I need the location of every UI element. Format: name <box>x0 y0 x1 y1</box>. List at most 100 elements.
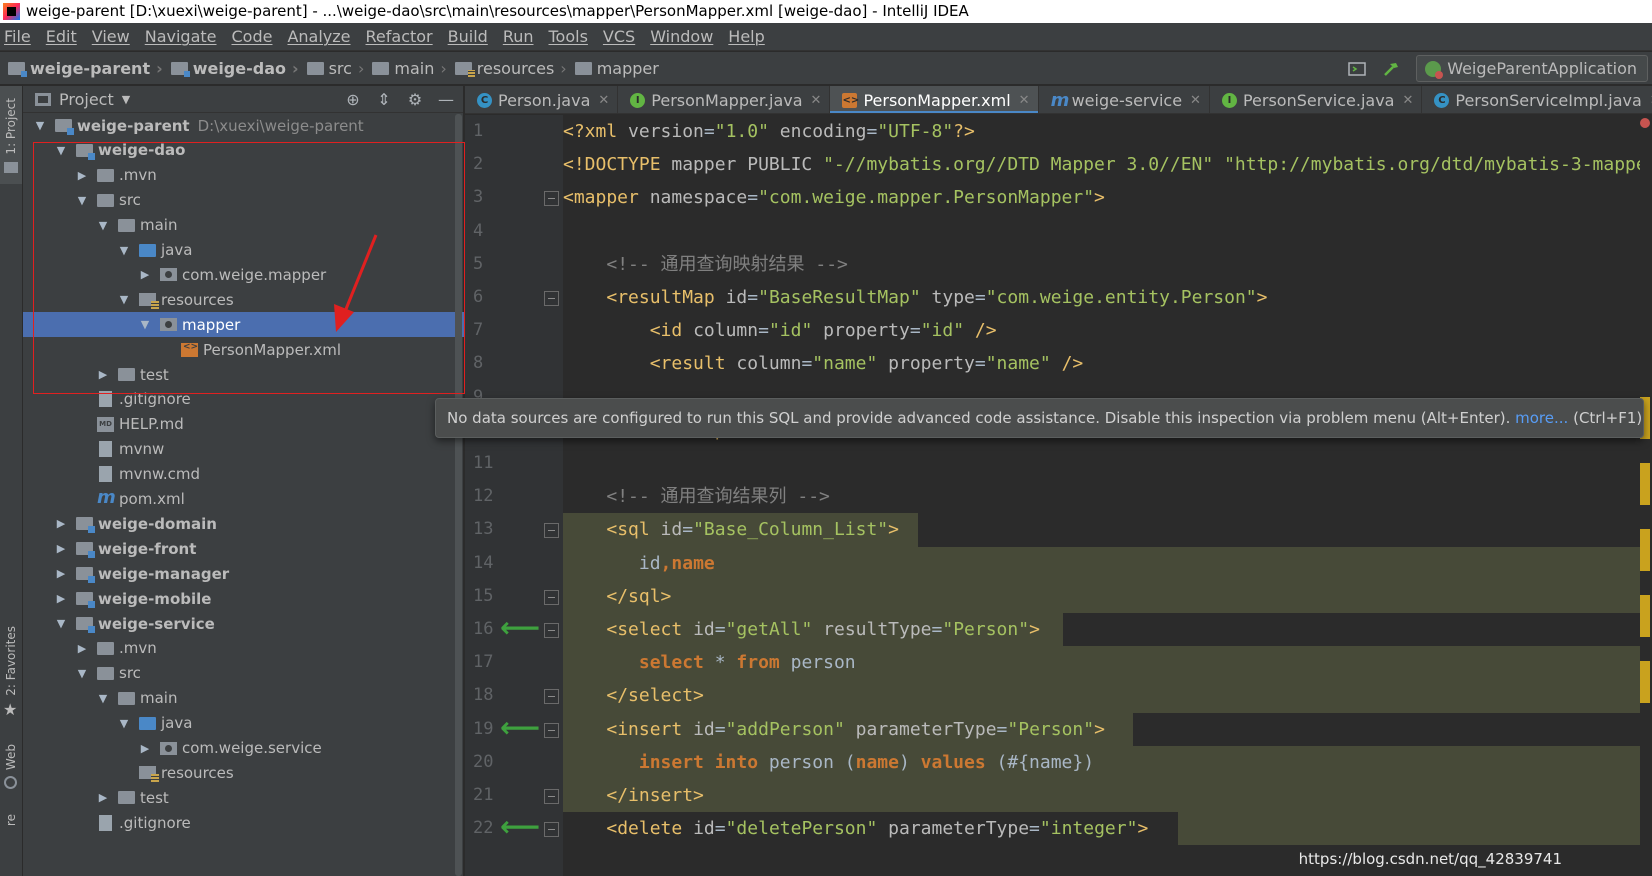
editor-tab[interactable]: I PersonService.java ✕ <box>1210 86 1423 113</box>
project-scrollbar[interactable] <box>455 114 462 876</box>
menu-window[interactable]: Window <box>650 27 713 46</box>
breadcrumb-resources[interactable]: resources › <box>454 59 575 78</box>
warning-marker[interactable] <box>1640 463 1650 505</box>
tree-item[interactable]: ▼ main <box>23 213 464 238</box>
error-indicator-icon[interactable] <box>1640 118 1650 128</box>
menu-analyze[interactable]: Analyze <box>287 27 350 46</box>
tooltip-more-link[interactable]: more... <box>1515 409 1568 427</box>
editor-tab[interactable]: I PersonMapper.java ✕ <box>618 86 831 113</box>
menu-view[interactable]: View <box>92 27 130 46</box>
menu-tools[interactable]: Tools <box>549 27 588 46</box>
locate-file-icon[interactable]: ⊕ <box>344 90 362 109</box>
tool-tab-favorites[interactable]: 2: Favorites ★ <box>0 626 22 721</box>
tool-tab-web[interactable]: Web <box>0 736 22 796</box>
breadcrumb-weige-parent[interactable]: weige-parent › <box>8 59 171 78</box>
tree-item[interactable]: ▶ weige-domain <box>23 511 464 536</box>
run-configuration-select[interactable]: WeigeParentApplication <box>1416 55 1648 82</box>
expand-down-icon[interactable]: ▼ <box>33 119 47 132</box>
tree-item[interactable]: ▼ src <box>23 661 464 686</box>
navigate-to-method-icon[interactable]: ⟵ <box>500 813 540 841</box>
tree-item[interactable]: ▼ weige-dao <box>23 138 464 163</box>
breadcrumb-weige-dao[interactable]: weige-dao › <box>170 59 307 78</box>
tree-item[interactable]: ▶PersonMapper.xml <box>23 337 464 362</box>
tree-item[interactable]: ▶ .mvn <box>23 636 464 661</box>
menu-build[interactable]: Build <box>448 27 488 46</box>
expand-down-icon[interactable]: ▼ <box>117 244 131 257</box>
expand-down-icon[interactable]: ▼ <box>54 617 68 630</box>
tree-item[interactable]: ▼ java <box>23 238 464 263</box>
tree-item[interactable]: ▶ com.weige.service <box>23 736 464 761</box>
editor-tab[interactable]: C Person.java ✕ <box>465 86 619 113</box>
build-hammer-icon[interactable] <box>1382 61 1400 77</box>
fold-marker-icon[interactable] <box>544 523 559 539</box>
code-editor[interactable]: 12345678910111213141516⟵171819⟵202122⟵ <… <box>465 115 1652 876</box>
fold-marker-icon[interactable] <box>544 789 559 804</box>
tree-item[interactable]: ▶.gitignore <box>23 810 464 835</box>
menu-navigate[interactable]: Navigate <box>145 27 217 46</box>
tree-item[interactable]: ▼ weige-service <box>23 611 464 636</box>
breadcrumb-src[interactable]: src › <box>306 59 373 78</box>
tree-item[interactable]: ▼ main <box>23 686 464 711</box>
tree-item[interactable]: ▶.gitignore <box>23 387 464 412</box>
navigate-to-method-icon[interactable]: ⟵ <box>500 713 540 742</box>
navigate-to-method-icon[interactable]: ⟵ <box>500 614 540 642</box>
fold-marker-icon[interactable] <box>544 722 559 738</box>
fold-marker-icon[interactable] <box>544 191 559 207</box>
expand-right-icon[interactable]: ▶ <box>75 169 89 182</box>
chevron-down-icon[interactable]: ▼ <box>122 93 130 106</box>
breadcrumb-mapper[interactable]: mapper <box>574 59 659 78</box>
tree-item[interactable]: ▶ weige-mobile <box>23 586 464 611</box>
close-icon[interactable]: ✕ <box>1019 93 1030 108</box>
expand-down-icon[interactable]: ▼ <box>117 717 131 730</box>
tree-item[interactable]: ▼ weige-parent D:\xuexi\weige-parent <box>23 113 464 138</box>
warning-marker[interactable] <box>1640 529 1650 571</box>
terminal-window-icon[interactable] <box>1348 61 1366 77</box>
expand-down-icon[interactable]: ▼ <box>117 293 131 306</box>
tool-tab-structure[interactable]: re <box>0 808 22 838</box>
menu-file[interactable]: File <box>4 27 31 46</box>
expand-right-icon[interactable]: ▶ <box>75 642 89 655</box>
menu-edit[interactable]: Edit <box>46 27 77 46</box>
close-icon[interactable]: ✕ <box>1190 93 1201 108</box>
error-stripe[interactable] <box>1640 115 1652 876</box>
tree-item[interactable]: ▼ mapper <box>23 312 464 338</box>
tree-item[interactable]: ▶mpom.xml <box>23 487 464 512</box>
expand-right-icon[interactable]: ▶ <box>96 368 110 381</box>
tree-item[interactable]: ▶mvnw.cmd <box>23 462 464 487</box>
project-panel-title[interactable]: Project <box>59 90 114 109</box>
tree-item[interactable]: ▶ test <box>23 785 464 810</box>
editor-tab[interactable]: m weige-service ✕ <box>1039 86 1210 113</box>
tree-item[interactable]: ▶ .mvn <box>23 163 464 188</box>
editor-tab[interactable]: CPersonServiceImpl.java✕ <box>1422 86 1652 113</box>
warning-marker[interactable] <box>1640 661 1650 703</box>
expand-right-icon[interactable]: ▶ <box>54 517 68 530</box>
expand-right-icon[interactable]: ▶ <box>54 567 68 580</box>
tree-item[interactable]: ▶ test <box>23 362 464 387</box>
expand-right-icon[interactable]: ▶ <box>138 742 152 755</box>
close-icon[interactable]: ✕ <box>598 93 609 108</box>
tree-item[interactable]: ▶ weige-front <box>23 536 464 561</box>
expand-down-icon[interactable]: ▼ <box>75 667 89 680</box>
expand-down-icon[interactable]: ▼ <box>96 219 110 232</box>
menu-refactor[interactable]: Refactor <box>366 27 433 46</box>
fold-marker-icon[interactable] <box>544 589 559 605</box>
expand-right-icon[interactable]: ▶ <box>54 592 68 605</box>
code-area[interactable]: <?xml version="1.0" encoding="UTF-8"?> <!… <box>563 115 1652 876</box>
gear-icon[interactable]: ⚙ <box>406 90 424 109</box>
tree-item[interactable]: ▶MDHELP.md <box>23 412 464 437</box>
hide-panel-icon[interactable]: — <box>437 90 455 109</box>
editor-tab[interactable]: <> PersonMapper.xml ✕ <box>830 86 1039 113</box>
tool-tab-project[interactable]: 1: Project <box>0 86 22 184</box>
tree-item[interactable]: ▶mvnw <box>23 437 464 462</box>
tree-item[interactable]: ▶ com.weige.mapper <box>23 262 464 287</box>
expand-right-icon[interactable]: ▶ <box>138 268 152 281</box>
fold-marker-icon[interactable] <box>544 822 559 838</box>
expand-right-icon[interactable]: ▶ <box>96 791 110 804</box>
tree-item[interactable]: ▼ resources <box>23 287 464 312</box>
menu-run[interactable]: Run <box>503 27 534 46</box>
tree-item[interactable]: ▼ src <box>23 188 464 213</box>
tree-item[interactable]: ▶ weige-manager <box>23 561 464 586</box>
expand-down-icon[interactable]: ▼ <box>138 318 152 331</box>
expand-down-icon[interactable]: ▼ <box>54 144 68 157</box>
fold-marker-icon[interactable] <box>544 623 559 638</box>
